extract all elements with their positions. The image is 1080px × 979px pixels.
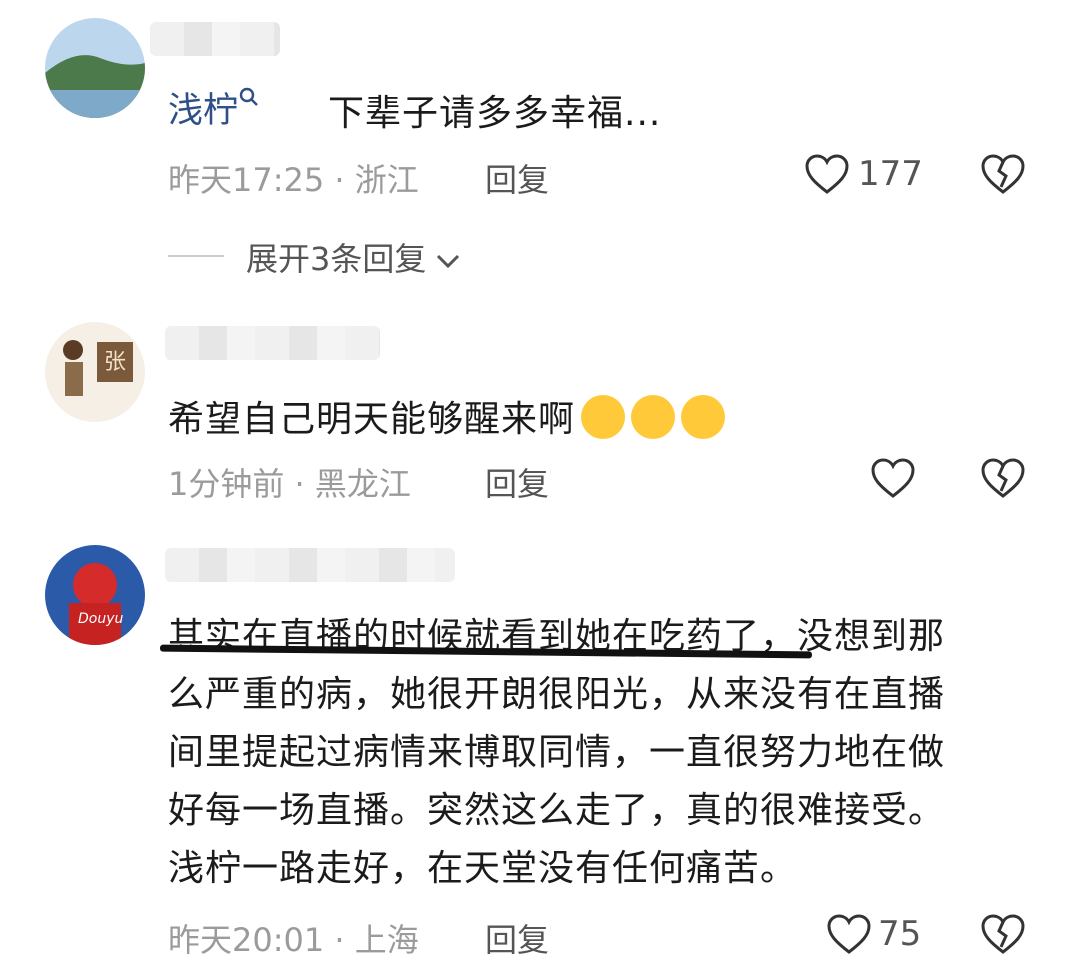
comment-meta: 1分钟前 · 黑龙江 (168, 465, 411, 503)
heart-icon[interactable] (804, 153, 850, 195)
expand-divider (168, 255, 224, 257)
comment-text: 下辈子请多多幸福... (328, 93, 662, 134)
blurred-username (165, 326, 380, 360)
comment-meta: 昨天17:25 · 浙江 (168, 161, 419, 199)
chevron-down-icon (437, 254, 460, 269)
heart-icon[interactable] (870, 457, 916, 499)
crying-emoji-icon (581, 395, 626, 439)
blurred-username (150, 22, 280, 56)
broken-heart-icon[interactable] (980, 913, 1026, 955)
comment-author-name[interactable]: 浅柠 (168, 82, 260, 133)
heart-icon[interactable] (826, 913, 872, 955)
expand-replies-button[interactable]: 展开3条回复 (246, 234, 462, 280)
blurred-username (165, 548, 455, 582)
crying-emoji-icon (681, 395, 726, 439)
reply-button[interactable]: 回复 (485, 459, 549, 505)
comment-meta: 昨天20:01 · 上海 (168, 921, 419, 959)
like-count: 177 (858, 154, 923, 194)
crying-emoji-icon (631, 395, 676, 439)
avatar[interactable] (45, 545, 145, 645)
comment-text: 希望自己明天能够醒来啊 (168, 390, 726, 442)
search-icon (239, 87, 258, 106)
broken-heart-icon[interactable] (980, 153, 1026, 195)
broken-heart-icon[interactable] (980, 457, 1026, 499)
avatar-badge-text: Douyu (78, 611, 124, 627)
avatar[interactable] (45, 18, 145, 118)
reply-button[interactable]: 回复 (485, 155, 549, 201)
avatar-badge-text: 张 (103, 350, 126, 375)
reply-button[interactable]: 回复 (485, 915, 549, 961)
like-count: 75 (878, 914, 922, 954)
